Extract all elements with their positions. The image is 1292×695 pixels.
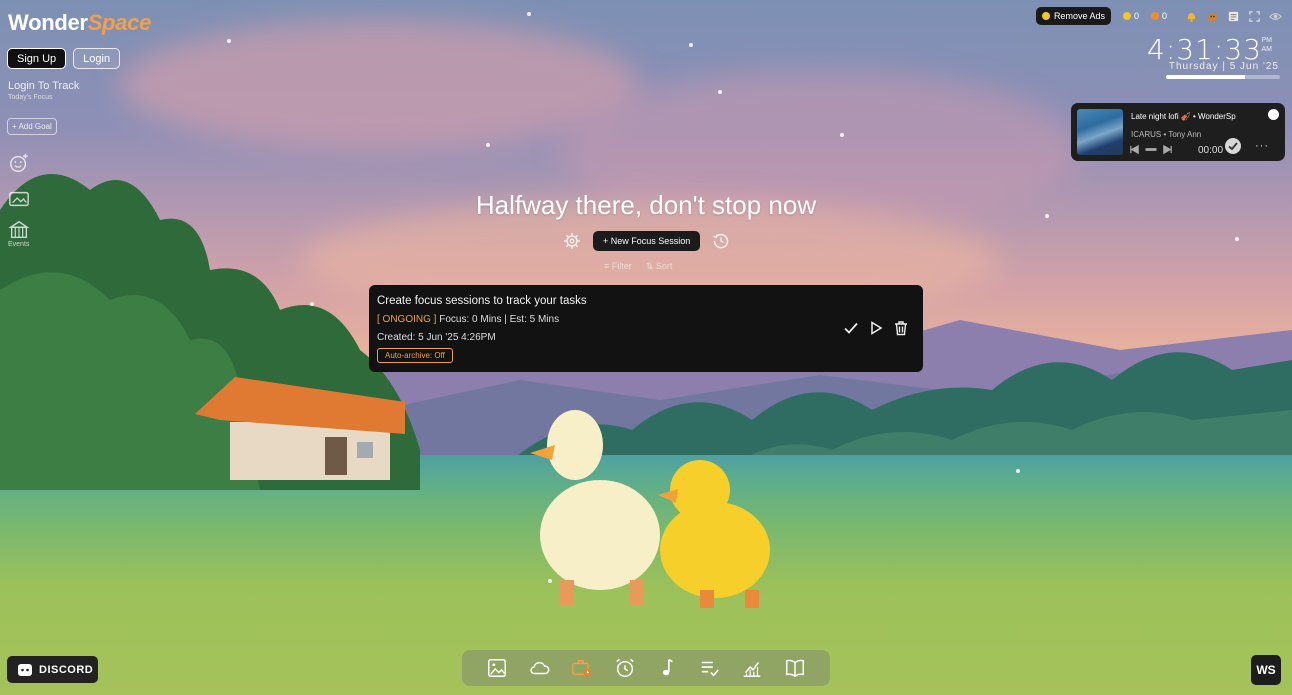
pm-label: PM [1261, 37, 1273, 44]
logo-text-space: Space [87, 10, 152, 35]
remove-ads-label: Remove Ads [1053, 11, 1105, 21]
discord-label: DISCORD [39, 663, 94, 676]
snowflake [1235, 237, 1239, 241]
bell-icon[interactable] [1185, 10, 1198, 23]
alarm-icon[interactable] [614, 657, 636, 679]
next-icon[interactable] [1162, 144, 1173, 155]
snowflake [527, 12, 531, 16]
mood-icon[interactable] [8, 152, 30, 174]
gold-coin-count: 0 [1133, 11, 1139, 21]
track-title: Late night lofi 🎻 • WonderSp [1131, 112, 1236, 121]
album-art [1077, 109, 1123, 155]
snowflake [689, 43, 693, 47]
coin-icon [1041, 12, 1050, 20]
settings-gear-icon[interactable] [563, 232, 581, 250]
top-toolbar: Remove Ads 0 0 [1035, 7, 1282, 25]
auth-buttons: Sign Up Login [7, 48, 121, 69]
filter-label: Filter [611, 261, 632, 271]
cloud [120, 20, 640, 150]
snowflake [718, 90, 722, 94]
sort-label: Sort [655, 261, 673, 271]
previous-icon[interactable] [1129, 144, 1140, 155]
ducks-illustration [530, 410, 770, 608]
fire-counter[interactable]: 0 [1150, 11, 1167, 21]
wonderspace-logo[interactable]: WonderSpace [8, 10, 151, 36]
auto-archive-toggle[interactable]: Auto-archive: Off [377, 348, 453, 363]
book-icon[interactable] [784, 657, 806, 679]
snowflake [486, 143, 490, 147]
status-badge: [ ONGOING ] [377, 314, 437, 325]
am-label: AM [1261, 46, 1273, 53]
play-icon[interactable] [868, 320, 884, 336]
task-focus-details: Focus: 0 Mins | Est: 5 Mins [436, 314, 560, 325]
focus-session-card: Create focus sessions to track your task… [369, 285, 923, 372]
snowflake [1016, 469, 1020, 473]
events-label: Events [8, 241, 30, 248]
login-to-track-link[interactable]: Login To Track [8, 80, 79, 92]
play-pause-icon[interactable] [1144, 144, 1158, 155]
track-artist: ICARUS • Tony Ann [1131, 130, 1202, 139]
snowflake [310, 302, 314, 306]
new-focus-session-button[interactable]: + New Focus Session [593, 231, 701, 251]
task-created-date: Created: 5 Jun '25 4:26PM [377, 332, 496, 343]
gold-coin-icon [1122, 12, 1131, 20]
motivation-text: Halfway there, don't stop now [475, 190, 817, 220]
sort-button[interactable]: ⇅ Sort [646, 261, 673, 272]
remove-ads-button[interactable]: Remove Ads [1035, 7, 1111, 25]
check-circle-icon[interactable] [1225, 138, 1241, 154]
add-goal-button[interactable]: + Add Goal [7, 118, 57, 135]
more-options-icon[interactable]: ··· [1255, 140, 1269, 152]
logo-text-wonder: Wonder [8, 10, 88, 35]
trash-icon[interactable] [893, 320, 909, 336]
todays-focus-label: Today's Focus [8, 94, 53, 101]
task-actions [843, 320, 909, 336]
bottom-dock [462, 650, 830, 686]
filter-sort-row: ≡ Filter ⇅ Sort [604, 261, 672, 272]
wonderspace-badge[interactable]: WS [1251, 655, 1281, 685]
mascot-icon[interactable] [1206, 10, 1219, 23]
complete-check-icon[interactable] [843, 320, 859, 336]
image-icon[interactable] [486, 657, 508, 679]
spotify-icon[interactable] [1268, 109, 1279, 120]
fullscreen-icon[interactable] [1248, 10, 1261, 23]
history-icon[interactable] [712, 232, 730, 250]
eye-icon[interactable] [1269, 10, 1282, 23]
snowflake [840, 133, 844, 137]
cottage [195, 377, 405, 480]
playback-controls [1129, 144, 1173, 155]
stats-chart-icon[interactable] [741, 657, 763, 679]
notes-icon[interactable] [1227, 10, 1240, 23]
music-player: Late night lofi 🎻 • WonderSp ICARUS • To… [1071, 103, 1285, 161]
am-pm-indicator[interactable]: PM AM [1262, 36, 1273, 54]
events-icon[interactable] [8, 219, 30, 241]
snowflake [548, 579, 552, 583]
briefcase-clock-icon[interactable] [571, 657, 593, 679]
login-button[interactable]: Login [73, 48, 121, 69]
fire-count: 0 [1161, 11, 1167, 21]
discord-icon [18, 663, 32, 676]
music-note-icon[interactable] [656, 657, 678, 679]
discord-button[interactable]: DISCORD [7, 656, 98, 683]
day-progress-bar [1166, 75, 1280, 79]
task-title: Create focus sessions to track your task… [377, 295, 587, 307]
gold-coin-counter[interactable]: 0 [1122, 11, 1139, 21]
fire-icon [1150, 12, 1159, 20]
clock-date: Thursday | 5 Jun '25 [1168, 61, 1279, 72]
filter-button[interactable]: ≡ Filter [604, 261, 632, 272]
task-status-line: [ ONGOING ] Focus: 0 Mins | Est: 5 Mins [377, 314, 559, 325]
track-time: 00:00 [1198, 145, 1224, 156]
sign-up-button[interactable]: Sign Up [7, 48, 67, 69]
checklist-icon[interactable] [699, 657, 721, 679]
snowflake [227, 39, 231, 43]
cloud-icon[interactable] [529, 657, 551, 679]
session-controls: + New Focus Session [563, 231, 730, 251]
day-progress-fill [1166, 75, 1245, 79]
